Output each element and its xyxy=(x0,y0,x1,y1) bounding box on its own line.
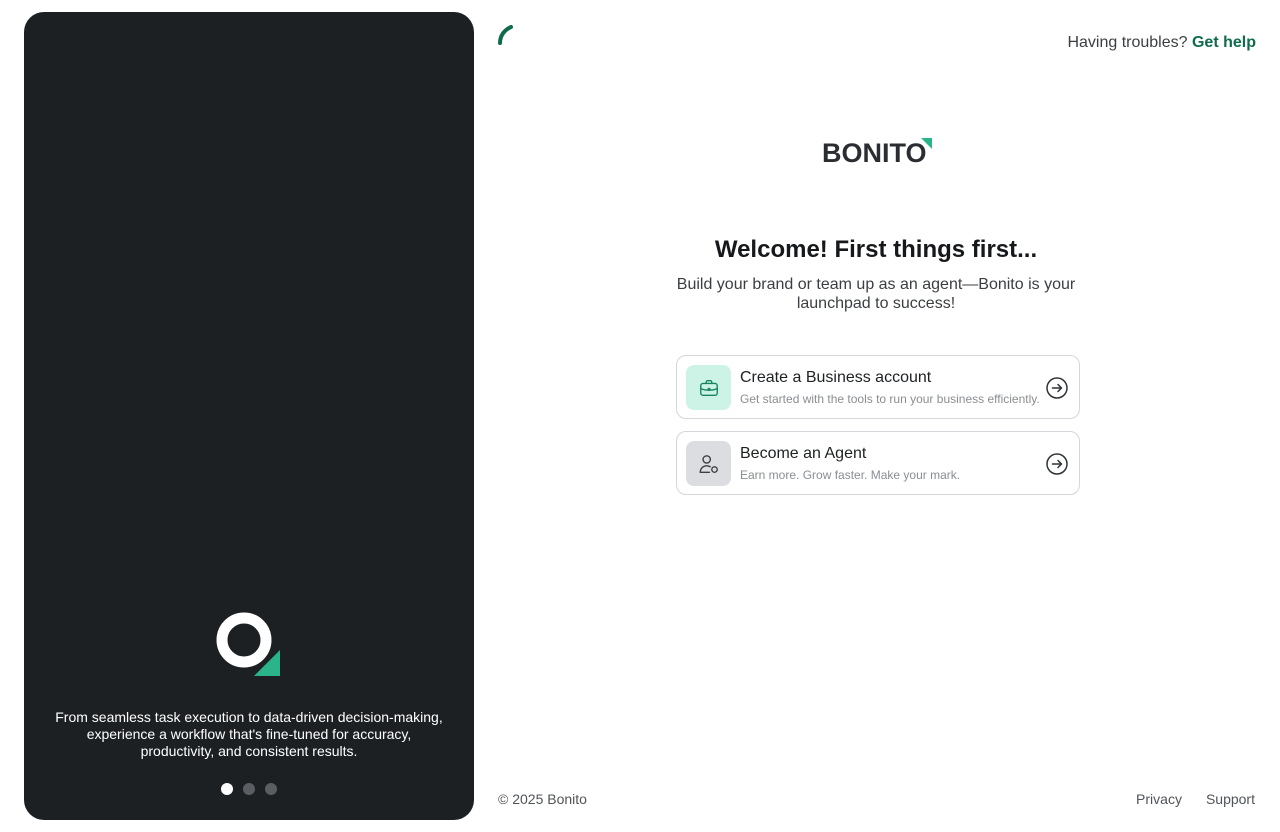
page-subtitle: Build your brand or team up as an agent—… xyxy=(676,276,1076,312)
option-description: Get started with the tools to run your b… xyxy=(740,392,1040,406)
become-agent-option[interactable]: Become an Agent Earn more. Grow faster. … xyxy=(676,431,1080,495)
help-prefix: Having troubles? xyxy=(1067,34,1188,51)
briefcase-icon xyxy=(686,365,731,410)
arrow-circle-right-icon xyxy=(1046,453,1068,475)
spinner-icon xyxy=(498,25,513,45)
option-description: Earn more. Grow faster. Make your mark. xyxy=(740,468,961,482)
svg-text:BONITO: BONITO xyxy=(822,138,927,166)
option-title: Become an Agent xyxy=(740,445,867,462)
support-link[interactable]: Support xyxy=(1206,791,1255,807)
showcase-tagline: From seamless task execution to data-dri… xyxy=(55,709,443,759)
arrow-circle-right-icon xyxy=(1046,377,1068,399)
privacy-link[interactable]: Privacy xyxy=(1136,791,1182,807)
showcase-panel: From seamless task execution to data-dri… xyxy=(24,12,474,820)
carousel-dot-3[interactable] xyxy=(265,783,277,795)
bonito-mark-icon xyxy=(216,612,280,676)
create-business-account-option[interactable]: Create a Business account Get started wi… xyxy=(676,355,1080,419)
carousel-dots xyxy=(24,783,474,795)
get-help-link[interactable]: Get help xyxy=(1192,34,1256,51)
carousel-dot-1[interactable] xyxy=(221,783,233,795)
user-badge-icon xyxy=(686,441,731,486)
carousel-dot-2[interactable] xyxy=(243,783,255,795)
footer-links: Privacy Support xyxy=(1136,791,1255,807)
page-title: Welcome! First things first... xyxy=(714,236,1038,263)
copyright: © 2025 Bonito xyxy=(498,791,587,807)
help-prompt: Having troubles? Get help xyxy=(1067,34,1256,52)
bonito-logo: BONITO xyxy=(822,138,932,166)
option-title: Create a Business account xyxy=(740,369,932,386)
